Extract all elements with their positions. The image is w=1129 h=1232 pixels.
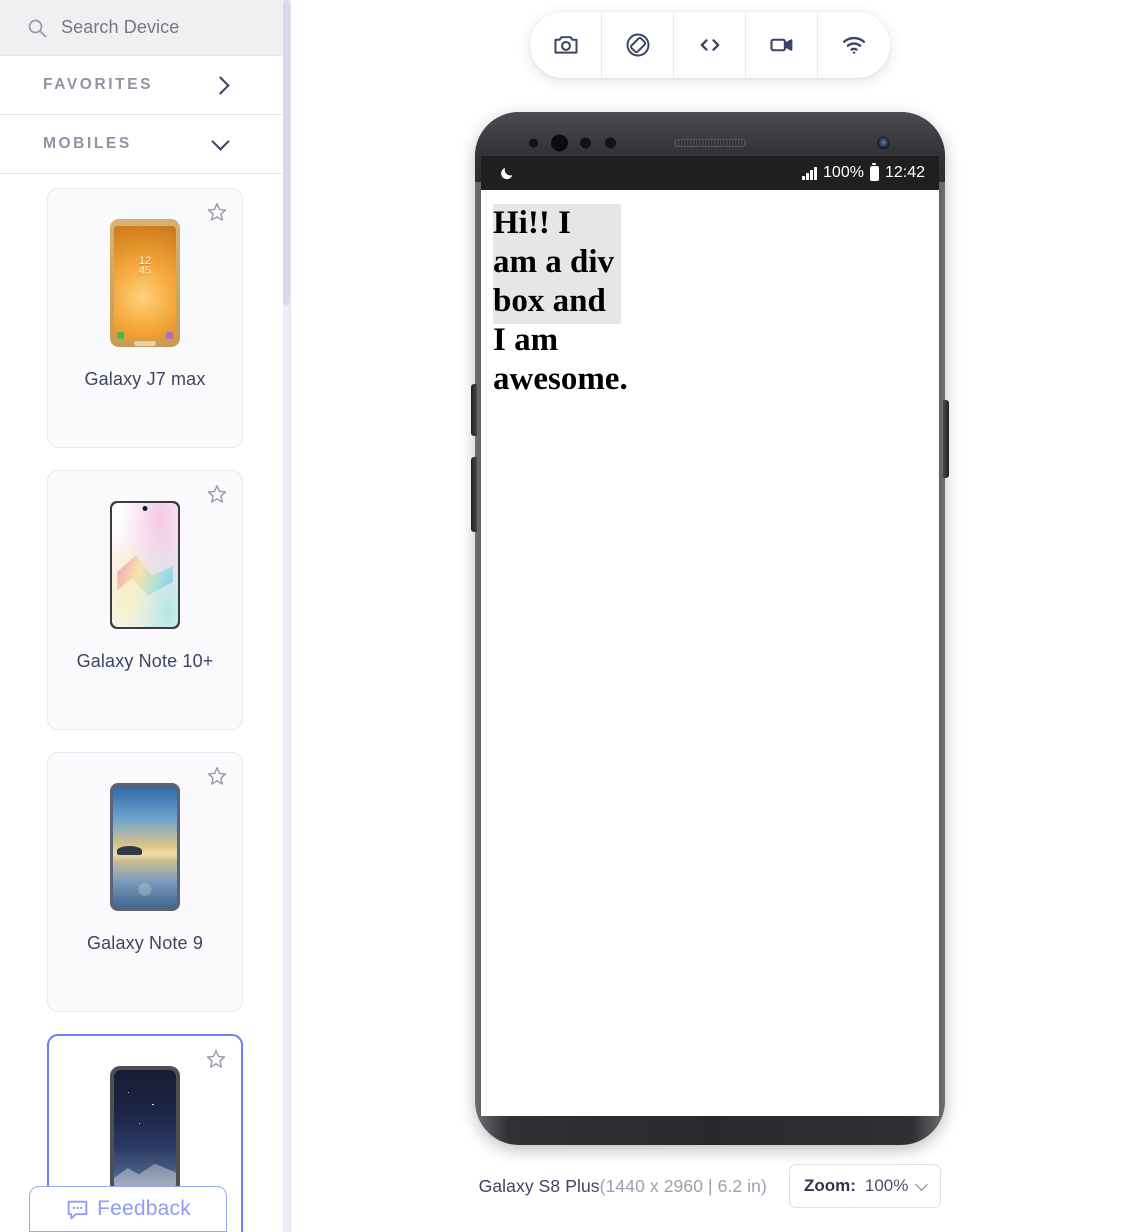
- video-camera-icon: [768, 31, 796, 59]
- battery-full-icon: [869, 165, 879, 181]
- power-button[interactable]: [943, 400, 949, 478]
- earpiece-speaker-icon: [674, 139, 746, 147]
- volume-up-button[interactable]: [471, 384, 477, 436]
- search-bar[interactable]: [0, 0, 290, 56]
- device-list: 12 45 Galaxy J7 max Galaxy Note 10+ Gala…: [0, 174, 290, 1232]
- wifi-icon: [840, 31, 868, 59]
- device-thumbnail: [110, 1066, 180, 1194]
- crescent-moon-icon: [499, 165, 515, 181]
- device-frame: 100% 12:42 Hi!! I am a div box and I am …: [471, 112, 949, 1145]
- device-toolbar: [530, 12, 890, 78]
- devtools-button[interactable]: [674, 12, 746, 78]
- star-outline-icon[interactable]: [205, 1048, 227, 1070]
- device-info-name: Galaxy S8 Plus: [478, 1175, 600, 1196]
- main-panel: 100% 12:42 Hi!! I am a div box and I am …: [291, 0, 1129, 1232]
- code-brackets-icon: [696, 31, 724, 59]
- star-outline-icon[interactable]: [206, 201, 228, 223]
- sensor-dot-icon: [580, 137, 591, 149]
- rendered-page-content: Hi!! I am a div box and I am awesome.: [481, 190, 939, 1116]
- chevron-down-icon: [211, 132, 230, 151]
- sensor-dot-icon: [551, 134, 568, 152]
- device-info-label: Galaxy S8 Plus(1440 x 2960 | 6.2 in): [479, 1176, 767, 1197]
- device-info-spec: (1440 x 2960 | 6.2 in): [599, 1175, 767, 1196]
- device-screen[interactable]: 100% 12:42 Hi!! I am a div box and I am …: [481, 156, 939, 1116]
- zoom-label: Zoom:: [803, 1176, 856, 1195]
- zoom-value: 100%: [864, 1176, 909, 1195]
- signal-bars-icon: [802, 166, 818, 180]
- chevron-down-icon: [915, 1177, 929, 1191]
- device-card-label: Galaxy Note 10+: [76, 651, 214, 671]
- status-bar-left: [499, 165, 515, 181]
- screenshot-button[interactable]: [530, 12, 602, 78]
- device-card-galaxy-note-9[interactable]: Galaxy Note 9: [47, 752, 243, 1012]
- device-thumbnail: [110, 501, 180, 629]
- device-thumbnail: 12 45: [110, 219, 180, 347]
- search-input[interactable]: [61, 17, 261, 38]
- chat-bubble-icon: [65, 1197, 90, 1222]
- device-card-galaxy-j7-max[interactable]: 12 45 Galaxy J7 max: [47, 188, 243, 448]
- device-card-galaxy-note-10-plus[interactable]: Galaxy Note 10+: [47, 470, 243, 730]
- device-card-label: Galaxy J7 max: [84, 369, 206, 389]
- section-header-favorites[interactable]: FAVORITES: [0, 56, 290, 115]
- volume-down-button[interactable]: [471, 457, 477, 532]
- feedback-button-label: Feedback: [97, 1197, 191, 1220]
- device-thumbnail: [110, 783, 180, 911]
- screen-rotate-icon: [624, 31, 652, 59]
- record-button[interactable]: [746, 12, 818, 78]
- search-icon: [27, 18, 47, 38]
- section-label-favorites: FAVORITES: [43, 76, 154, 93]
- chevron-right-icon: [211, 75, 230, 95]
- camera-icon: [552, 31, 580, 59]
- browserstack-live-app: FAVORITES MOBILES 1245: [0, 0, 1129, 1232]
- device-sidebar: FAVORITES MOBILES 1245: [0, 0, 291, 1232]
- rotate-button[interactable]: [602, 12, 674, 78]
- battery-percent-label: 100%: [823, 164, 864, 181]
- device-card-label: Galaxy Note 9: [86, 933, 203, 953]
- device-info-bar: Galaxy S8 Plus(1440 x 2960 | 6.2 in) Zoo…: [291, 1163, 1129, 1209]
- star-outline-icon[interactable]: [206, 483, 228, 505]
- device-status-bar: 100% 12:42: [481, 156, 939, 190]
- zoom-dropdown[interactable]: Zoom: 100%: [788, 1164, 942, 1208]
- sidebar-scrollbar-track[interactable]: [283, 0, 290, 1232]
- sidebar-scrollbar-thumb[interactable]: [283, 0, 290, 305]
- front-camera-icon: [876, 135, 891, 151]
- network-button[interactable]: [818, 12, 890, 78]
- phone-sensor-row: [475, 132, 945, 154]
- status-bar-clock: 12:42: [884, 164, 925, 181]
- section-label-mobiles: MOBILES: [43, 135, 132, 152]
- status-bar-right: 100% 12:42: [802, 164, 925, 182]
- section-header-mobiles[interactable]: MOBILES: [0, 115, 290, 174]
- star-outline-icon[interactable]: [206, 765, 228, 787]
- div-box: Hi!! I am a div box and I am awesome.: [493, 204, 628, 397]
- feedback-button[interactable]: Feedback: [29, 1186, 227, 1232]
- sensor-dot-icon: [605, 137, 616, 149]
- sensor-dot-icon: [529, 138, 538, 148]
